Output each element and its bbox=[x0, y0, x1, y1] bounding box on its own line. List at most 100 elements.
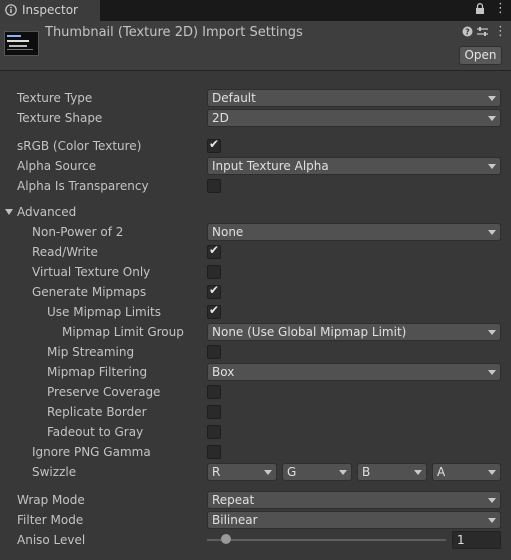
mipmap-limit-group-dropdown[interactable]: None (Use Global Mipmap Limit) bbox=[207, 323, 501, 341]
swizzle-g-value: G bbox=[287, 465, 297, 479]
alpha-source-value: Input Texture Alpha bbox=[212, 159, 329, 173]
aniso-level-label: Aniso Level bbox=[17, 533, 86, 547]
wrap-mode-dropdown[interactable]: Repeat bbox=[207, 491, 501, 509]
foldout-expanded-icon bbox=[5, 209, 13, 215]
swizzle-a-dropdown[interactable]: A bbox=[432, 463, 501, 481]
advanced-label: Advanced bbox=[17, 205, 77, 219]
mipmap-filtering-value: Box bbox=[212, 365, 235, 379]
use-mipmap-limits-checkbox[interactable]: ✔ bbox=[207, 303, 221, 319]
texture-type-value: Default bbox=[212, 91, 256, 105]
alpha-is-transparency-checkbox[interactable] bbox=[207, 179, 221, 193]
chevron-down-icon bbox=[488, 330, 496, 335]
row-texture-shape: Texture Shape 2D bbox=[0, 108, 511, 128]
tab-label: Inspector bbox=[22, 3, 78, 17]
tab-bar: Inspector ⋮ bbox=[0, 0, 511, 21]
aniso-level-slider-thumb[interactable] bbox=[221, 534, 231, 544]
row-alpha-source: Alpha Source Input Texture Alpha bbox=[0, 156, 511, 176]
ignore-png-gamma-checkbox[interactable] bbox=[207, 445, 221, 459]
replicate-border-label: Replicate Border bbox=[47, 405, 147, 419]
generate-mipmaps-checkbox[interactable]: ✔ bbox=[207, 283, 221, 299]
row-mipmap-filtering: Mipmap Filtering Box bbox=[0, 362, 511, 382]
row-texture-type: Texture Type Default bbox=[0, 88, 511, 108]
alpha-source-label: Alpha Source bbox=[17, 159, 97, 173]
texture-shape-label: Texture Shape bbox=[17, 111, 103, 125]
row-alpha-is-transparency: Alpha Is Transparency bbox=[0, 176, 511, 196]
advanced-foldout[interactable]: Advanced bbox=[0, 202, 511, 222]
generate-mipmaps-label: Generate Mipmaps bbox=[32, 285, 147, 299]
swizzle-g-dropdown[interactable]: G bbox=[282, 463, 352, 481]
swizzle-label: Swizzle bbox=[32, 465, 77, 479]
row-ignore-png-gamma: Ignore PNG Gamma bbox=[0, 442, 511, 462]
chevron-down-icon bbox=[488, 230, 496, 235]
wrap-mode-value: Repeat bbox=[212, 493, 255, 507]
checkmark-icon: ✔ bbox=[209, 137, 220, 151]
preset-icon[interactable] bbox=[477, 26, 488, 40]
preserve-coverage-checkbox[interactable] bbox=[207, 385, 221, 399]
fadeout-to-gray-checkbox[interactable] bbox=[207, 425, 221, 439]
svg-text:?: ? bbox=[465, 28, 470, 37]
aniso-level-slider-track[interactable] bbox=[207, 539, 446, 541]
help-icon[interactable]: ? bbox=[462, 26, 473, 40]
row-swizzle: Swizzle R G B A bbox=[0, 462, 511, 482]
open-button[interactable]: Open bbox=[459, 46, 502, 65]
filter-mode-dropdown[interactable]: Bilinear bbox=[207, 511, 501, 529]
texture-thumbnail bbox=[4, 31, 39, 56]
mip-streaming-label: Mip Streaming bbox=[47, 345, 135, 359]
chevron-down-icon bbox=[488, 370, 496, 375]
row-generate-mipmaps: Generate Mipmaps ✔ bbox=[0, 282, 511, 302]
row-srgb: sRGB (Color Texture) ✔ bbox=[0, 136, 511, 156]
row-fadeout-to-gray: Fadeout to Gray bbox=[0, 422, 511, 442]
non-power-of-2-dropdown[interactable]: None bbox=[207, 223, 501, 241]
mipmap-filtering-label: Mipmap Filtering bbox=[47, 365, 148, 379]
alpha-is-transparency-label: Alpha Is Transparency bbox=[17, 179, 149, 193]
chevron-down-icon bbox=[488, 96, 496, 101]
virtual-texture-only-checkbox[interactable] bbox=[207, 265, 221, 279]
chevron-down-icon bbox=[488, 164, 496, 169]
row-replicate-border: Replicate Border bbox=[0, 402, 511, 422]
texture-type-label: Texture Type bbox=[17, 91, 93, 105]
window-menu-icon[interactable]: ⋮ bbox=[494, 1, 507, 16]
non-power-of-2-value: None bbox=[212, 225, 244, 239]
row-virtual-texture-only: Virtual Texture Only bbox=[0, 262, 511, 282]
swizzle-b-dropdown[interactable]: B bbox=[357, 463, 427, 481]
swizzle-a-value: A bbox=[437, 465, 446, 479]
use-mipmap-limits-label: Use Mipmap Limits bbox=[47, 305, 162, 319]
mipmap-filtering-dropdown[interactable]: Box bbox=[207, 363, 501, 381]
chevron-down-icon bbox=[414, 470, 422, 475]
read-write-checkbox[interactable]: ✔ bbox=[207, 243, 221, 259]
header-title: Thumbnail (Texture 2D) Import Settings bbox=[45, 25, 303, 40]
info-icon bbox=[5, 4, 17, 16]
checkmark-icon: ✔ bbox=[209, 243, 220, 257]
texture-shape-dropdown[interactable]: 2D bbox=[207, 109, 501, 127]
filter-mode-value: Bilinear bbox=[212, 513, 258, 527]
fadeout-to-gray-label: Fadeout to Gray bbox=[47, 425, 144, 439]
checkmark-icon: ✔ bbox=[209, 283, 220, 297]
replicate-border-checkbox[interactable] bbox=[207, 405, 221, 419]
lock-icon[interactable] bbox=[475, 3, 485, 18]
more-menu-icon[interactable]: ⋮ bbox=[494, 24, 507, 39]
mipmap-limit-group-value: None (Use Global Mipmap Limit) bbox=[212, 325, 407, 339]
filter-mode-label: Filter Mode bbox=[17, 513, 84, 527]
preserve-coverage-label: Preserve Coverage bbox=[47, 385, 161, 399]
alpha-source-dropdown[interactable]: Input Texture Alpha bbox=[207, 157, 501, 175]
aniso-level-value: 1 bbox=[457, 533, 465, 547]
aniso-level-input[interactable]: 1 bbox=[452, 531, 501, 549]
checkmark-icon: ✔ bbox=[209, 303, 220, 317]
chevron-down-icon bbox=[264, 470, 272, 475]
wrap-mode-label: Wrap Mode bbox=[17, 493, 85, 507]
tab-inspector[interactable]: Inspector bbox=[0, 0, 101, 21]
row-use-mipmap-limits: Use Mipmap Limits ✔ bbox=[0, 302, 511, 322]
row-preserve-coverage: Preserve Coverage bbox=[0, 382, 511, 402]
row-mip-streaming: Mip Streaming bbox=[0, 342, 511, 362]
swizzle-r-dropdown[interactable]: R bbox=[207, 463, 277, 481]
chevron-down-icon bbox=[488, 498, 496, 503]
chevron-down-icon bbox=[488, 470, 496, 475]
texture-type-dropdown[interactable]: Default bbox=[207, 89, 501, 107]
ignore-png-gamma-label: Ignore PNG Gamma bbox=[32, 445, 151, 459]
swizzle-r-value: R bbox=[212, 465, 221, 479]
srgb-checkbox[interactable]: ✔ bbox=[207, 137, 221, 153]
mipmap-limit-group-label: Mipmap Limit Group bbox=[62, 325, 184, 339]
virtual-texture-only-label: Virtual Texture Only bbox=[32, 265, 151, 279]
mip-streaming-checkbox[interactable] bbox=[207, 345, 221, 359]
read-write-label: Read/Write bbox=[32, 245, 98, 259]
